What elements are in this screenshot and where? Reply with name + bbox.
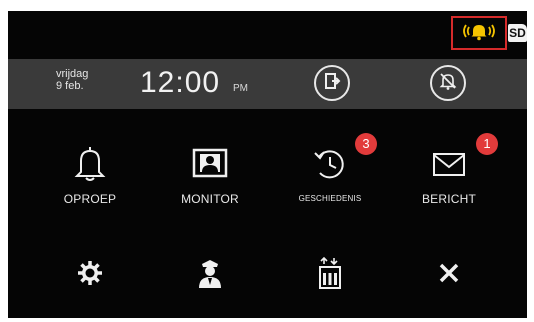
alarm-status-highlight[interactable] (451, 16, 507, 50)
door-exit-icon (322, 71, 342, 96)
menu-label-history: GESCHIEDENIS (298, 194, 362, 203)
gear-icon[interactable] (70, 253, 110, 293)
intercom-screen: SD vrijdag 9 feb. 12:00 PM OPROEP MONITO… (8, 11, 527, 318)
date-label: 9 feb. (56, 80, 84, 92)
guard-icon[interactable] (190, 253, 230, 293)
sd-card-indicator: SD (508, 24, 527, 42)
elevator-icon[interactable] (310, 253, 350, 293)
menu-label-call: OPROEP (63, 192, 117, 206)
info-bar: vrijdag 9 feb. 12:00 PM (8, 59, 527, 109)
clock-time: 12:00 (140, 66, 221, 99)
menu-tile-monitor[interactable]: MONITOR (160, 144, 260, 206)
day-label: vrijdag (56, 68, 89, 80)
mute-bell-icon (438, 71, 458, 96)
menu-label-monitor: MONITOR (181, 192, 239, 206)
ringing-bell-icon (459, 21, 499, 46)
status-bar: SD (8, 11, 527, 53)
close-icon[interactable] (429, 253, 469, 293)
menu-tile-call[interactable]: OPROEP (40, 144, 140, 206)
history-count-badge: 3 (355, 133, 377, 155)
mute-button[interactable] (430, 65, 466, 101)
menu-label-message: BERICHT (421, 192, 477, 206)
date-display: vrijdag 9 feb. (56, 68, 88, 92)
clock-ampm: PM (233, 83, 248, 94)
bell-icon (40, 144, 140, 184)
door-exit-button[interactable] (314, 65, 350, 101)
monitor-icon (160, 144, 260, 184)
message-count-badge: 1 (476, 133, 498, 155)
